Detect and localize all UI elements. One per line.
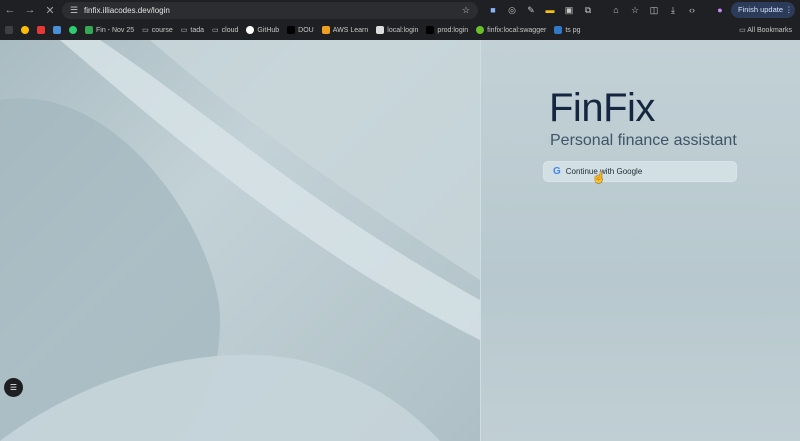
bookmark-swagger[interactable]: finfix:local:swagger <box>476 26 546 34</box>
screenshot-extension-icon[interactable]: ▣ <box>562 3 576 17</box>
app-title: FinFix <box>549 86 655 130</box>
all-bookmarks[interactable]: ▭ All Bookmarks <box>739 26 792 34</box>
bookmarks-bar: Fin - Nov 25 ▭ course ▭ tada ▭ cloud GitHub… <box>0 20 800 40</box>
hand-cursor-icon: ☝ <box>592 172 606 184</box>
bookmark-dou[interactable]: DOU <box>287 26 314 34</box>
typescript-icon <box>554 26 563 34</box>
bookmark-course[interactable]: ▭ course <box>142 26 173 35</box>
bookmark-ts-pg[interactable]: ts pg <box>554 26 581 34</box>
folder-icon: ▭ <box>212 27 219 34</box>
bookmark-prod-login[interactable]: prod:login <box>426 26 468 34</box>
bookmark-label: prod:login <box>437 26 469 34</box>
dou-icon <box>287 26 296 34</box>
url-text: finfix.illiacodes.dev/login <box>84 6 170 15</box>
folder-icon: ▭ <box>142 27 149 34</box>
all-bookmarks-label: All Bookmarks <box>747 27 792 34</box>
aws-icon <box>321 26 330 34</box>
folder-extension-icon[interactable]: ▬ <box>543 3 557 17</box>
profile-avatar[interactable]: ● <box>713 3 727 17</box>
compass-extension-icon[interactable]: ◎ <box>505 3 519 17</box>
back-icon[interactable]: ← <box>0 4 20 16</box>
site-info-icon[interactable]: ☰ <box>70 5 84 16</box>
translate-extension-icon[interactable]: ■ <box>486 3 500 17</box>
side-panel-icon[interactable]: ◫ <box>647 3 661 17</box>
bookmark-label: finfix:local:swagger <box>487 26 547 34</box>
abstract-curves <box>0 40 480 441</box>
bookmark-label: cloud <box>221 26 239 34</box>
folder-icon: ▭ <box>739 27 746 34</box>
bookmark-label: tada <box>190 26 205 34</box>
incognito-icon[interactable]: ⌂ <box>609 3 623 17</box>
bookmark-fin[interactable]: Fin - Nov 25 <box>85 26 134 34</box>
bookmark-aws[interactable]: AWS Learn <box>321 26 369 34</box>
maps-icon[interactable] <box>21 26 29 34</box>
bookmark-cloud[interactable]: ▭ cloud <box>212 26 239 35</box>
address-bar[interactable]: ☰ finfix.illiacodes.dev/login ☆ <box>62 2 478 19</box>
download-icon[interactable]: ⤓ <box>666 3 680 17</box>
bookmark-label: local:login <box>387 26 419 34</box>
bookmark-star-icon[interactable]: ☆ <box>462 5 470 16</box>
swagger-icon <box>476 26 485 34</box>
bookmark-label: DOU <box>298 26 314 34</box>
bookmark-label: GitHub <box>257 26 280 34</box>
floating-menu-button[interactable]: ☰ <box>4 378 23 397</box>
bookmark-tada[interactable]: ▭ tada <box>180 26 205 35</box>
page-icon <box>426 26 435 34</box>
page-icon <box>376 26 385 34</box>
finish-update-label: Finish update <box>738 5 784 14</box>
youtube-icon[interactable] <box>37 26 45 34</box>
bookmark-label: course <box>151 26 173 34</box>
app-icon[interactable] <box>5 26 13 34</box>
eyedropper-extension-icon[interactable]: ✎ <box>524 3 538 17</box>
bookmark-label: AWS Learn <box>332 26 369 34</box>
bookmark-label: Fin - Nov 25 <box>96 26 135 34</box>
bookmark-label: ts pg <box>565 26 581 34</box>
background-artwork <box>0 40 480 441</box>
bookmark-github[interactable]: GitHub <box>246 26 279 34</box>
finish-update-button[interactable]: Finish update ⋮ <box>731 2 795 18</box>
bookmarks-icon[interactable]: ☆ <box>628 3 642 17</box>
github-icon <box>246 26 255 34</box>
app-subtitle: Personal finance assistant <box>550 132 737 149</box>
continue-with-google-button[interactable]: G Continue with Google <box>543 161 737 182</box>
green-app-icon[interactable] <box>69 26 77 34</box>
login-page <box>0 40 800 441</box>
bookmark-local-login[interactable]: local:login <box>376 26 418 34</box>
folder-icon: ▭ <box>180 27 188 34</box>
card-icon[interactable] <box>53 26 61 34</box>
extensions-icon[interactable]: ⧉ <box>581 3 595 17</box>
forward-icon[interactable]: → <box>20 4 40 16</box>
devtools-icon[interactable]: ‹› <box>685 3 699 17</box>
google-icon: G <box>553 166 561 177</box>
menu-dots-icon: ⋮ <box>785 5 793 14</box>
stop-icon[interactable]: ✕ <box>40 4 60 17</box>
sheets-icon <box>85 26 93 34</box>
